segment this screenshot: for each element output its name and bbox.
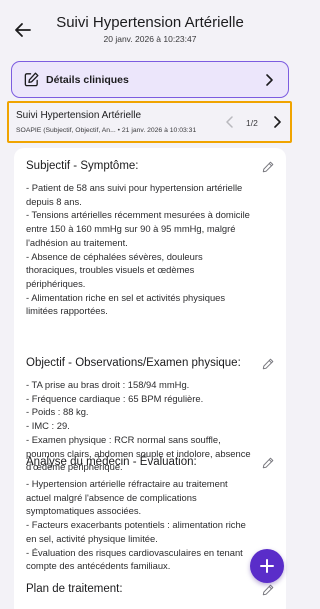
text-line: limitées rapportées. (26, 305, 108, 317)
text-line: depuis 8 ans. (26, 195, 82, 207)
note-format: SOAPIE (Subjectif, Objectif, An... (16, 127, 116, 134)
text-line: - Hypertension artérielle réfractaire au… (26, 478, 228, 489)
section-body: - Hypertension artérielle réfractaire au… (26, 477, 278, 573)
clinical-details-label: Détails cliniques (46, 74, 129, 86)
text-line: compte des antécédents familiaux. (26, 560, 171, 572)
text-line: - Patient de 58 ans suivi pour hypertens… (26, 182, 243, 193)
previous-note-button[interactable] (224, 115, 236, 129)
text-line: entre 150 à 160 mmHg sur 90 à 95 mmHg, m… (26, 223, 236, 235)
section-title: Plan de traitement: (26, 583, 123, 595)
text-line: - TA prise au bras droit : 158/94 mmHg. (26, 379, 190, 390)
edit-section-button[interactable] (262, 161, 274, 173)
chevron-right-icon (262, 73, 276, 87)
section-body: - Patient de 58 ans suivi pour hypertens… (26, 181, 278, 318)
text-line: - Examen physique : RCR normal sans souf… (26, 433, 221, 445)
note-page-indicator: 1/2 (246, 118, 258, 128)
note-meta: SOAPIE (Subjectif, Objectif, An... • 21 … (16, 127, 196, 134)
text-line: - IMC : 29. (26, 420, 70, 432)
section-title: Subjectif - Symptôme: (26, 160, 139, 172)
pencil-icon (262, 457, 274, 469)
section-plan: Plan de traitement: (26, 582, 278, 597)
section-title: Objectif - Observations/Examen physique: (26, 357, 241, 369)
text-line: l'adhésion au traitement. (26, 236, 128, 248)
text-line: périphériques. (26, 277, 86, 289)
arrow-left-icon (15, 23, 31, 37)
note-date: 21 janv. 2026 à 10:03:31 (121, 127, 197, 134)
text-line: - Fréquence cardiaque : 65 BPM régulière… (26, 392, 204, 404)
text-line: symptomatiques associées. (26, 505, 142, 517)
section-title: Analyse du médecin - Évaluation: (26, 456, 197, 468)
text-line: - Évaluation des risques cardiovasculair… (26, 546, 243, 558)
edit-section-button[interactable] (262, 584, 274, 596)
pencil-icon (262, 584, 274, 596)
clinical-details-button[interactable]: Détails cliniques (11, 61, 289, 98)
text-line: en sel, activité physique limitée. (26, 532, 158, 544)
next-note-button[interactable] (271, 115, 283, 129)
meta-separator: • (117, 127, 121, 134)
text-line: - Alimentation riche en sel et activités… (26, 291, 226, 303)
chevron-right-icon (274, 116, 281, 128)
text-line: - Facteurs exacerbants potentiels : alim… (26, 519, 246, 531)
text-line: - Poids : 88 kg. (26, 406, 89, 418)
edit-section-button[interactable] (262, 457, 274, 469)
edit-square-icon (23, 71, 40, 88)
pencil-icon (262, 161, 274, 173)
note-title: Suivi Hypertension Artérielle (16, 110, 142, 121)
note-content-card: Subjectif - Symptôme: - Patient de 58 an… (14, 148, 286, 609)
back-button[interactable] (13, 20, 33, 40)
note-selector[interactable]: Suivi Hypertension Artérielle SOAPIE (Su… (7, 101, 292, 143)
chevron-left-icon (226, 116, 233, 128)
page-subtitle-date: 20 janv. 2026 à 10:23:47 (103, 34, 197, 44)
edit-section-button[interactable] (262, 358, 274, 370)
text-line: - Absence de céphalées sévères, douleurs (26, 250, 203, 262)
text-line: thoraciques, troubles visuels et œdèmes (26, 264, 195, 276)
add-button[interactable] (250, 549, 284, 583)
app-header: Suivi Hypertension Artérielle 20 janv. 2… (0, 0, 300, 56)
section-subjectif: Subjectif - Symptôme: - Patient de 58 an… (26, 159, 278, 318)
text-line: - Tensions artérielles récemment mesurée… (26, 209, 250, 221)
page-title: Suivi Hypertension Artérielle (56, 14, 244, 31)
section-analyse: Analyse du médecin - Évaluation: - Hyper… (26, 455, 278, 573)
pencil-icon (262, 358, 274, 370)
text-line: actuel malgré l'absence de complications (26, 491, 197, 503)
plus-icon (260, 559, 274, 573)
